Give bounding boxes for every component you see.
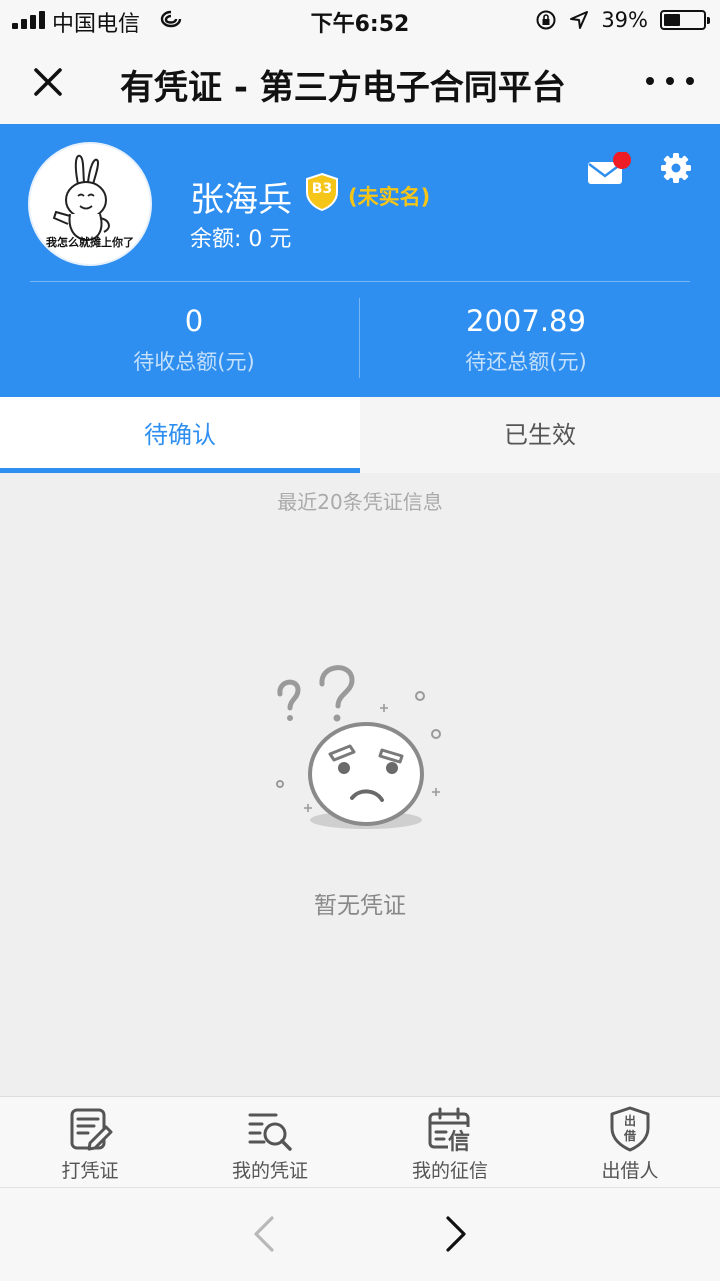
avatar[interactable]: 我怎么就摊上你了: [28, 142, 152, 266]
profile-header: 我怎么就摊上你了 张海兵 B3 (未实名) 余额: 0 元 0 待收总额(元) …: [0, 124, 720, 397]
status-bar: 中国电信 下午6:52 39%: [0, 0, 720, 40]
lender-icon-text-top: 出: [623, 1114, 636, 1128]
stat-payable[interactable]: 2007.89 待还总额(元): [346, 304, 706, 376]
messages-button[interactable]: [586, 152, 631, 184]
location-arrow-icon: [570, 11, 589, 29]
stat-label: 待收总额(元): [133, 350, 255, 374]
bottom-tab-label: 我的征信: [411, 1160, 488, 1182]
level-badge-text: B3: [311, 181, 333, 197]
voucher-tabs: 待确认 已生效: [0, 397, 720, 473]
close-icon[interactable]: [28, 62, 68, 102]
back-arrow-icon[interactable]: [250, 1214, 280, 1254]
browser-nav-bar: [0, 1187, 720, 1281]
bottom-tab-create-voucher[interactable]: 打凭证: [0, 1097, 180, 1187]
user-name: 张海兵: [190, 180, 292, 220]
stat-value: 2007.89: [466, 304, 586, 338]
empty-state-text: 暂无凭证: [314, 893, 406, 919]
bottom-tab-label: 出借人: [601, 1160, 659, 1182]
verification-status[interactable]: (未实名): [348, 181, 430, 211]
more-icon[interactable]: [646, 66, 694, 96]
battery-icon: [660, 10, 710, 30]
lender-icon-text-bottom: 借: [623, 1129, 636, 1143]
header-divider: [30, 281, 690, 282]
nav-bar: 有凭证 - 第三方电子合同平台: [0, 40, 720, 125]
bottom-tab-my-credit[interactable]: 信 我的征信: [360, 1097, 540, 1187]
bottom-tab-my-vouchers[interactable]: 我的凭证: [180, 1097, 360, 1187]
bottom-tab-label: 打凭证: [61, 1160, 119, 1182]
list-search-icon: [248, 1113, 292, 1151]
stat-value: 0: [184, 304, 204, 338]
page-title: 有凭证 - 第三方电子合同平台: [120, 68, 566, 108]
balance: 余额: 0 元: [190, 227, 292, 252]
tab-pending[interactable]: 待确认: [0, 397, 360, 473]
bottom-tab-bar: 打凭证 我的凭证 信 我的征信 出 借 出借人: [0, 1096, 720, 1187]
settings-gear-icon[interactable]: [658, 150, 694, 186]
level-badge: B3: [304, 172, 340, 212]
write-voucher-icon: [70, 1108, 113, 1151]
stat-label: 待还总额(元): [465, 350, 587, 374]
avatar-caption: 我怎么就摊上你了: [46, 236, 134, 249]
mail-icon: [588, 152, 631, 184]
bottom-tab-label: 我的凭证: [231, 1160, 308, 1182]
bottom-tab-lender[interactable]: 出 借 出借人: [540, 1097, 720, 1187]
credit-icon: 信: [426, 1105, 474, 1155]
lender-shield-icon: 出 借: [606, 1105, 654, 1153]
tab-effective[interactable]: 已生效: [360, 397, 720, 473]
battery-percent: 39%: [601, 8, 648, 32]
orientation-lock-icon: [536, 10, 556, 30]
forward-arrow-icon[interactable]: [440, 1214, 470, 1254]
empty-confused-face-icon: [276, 665, 441, 829]
credit-icon-text: 信: [448, 1130, 471, 1155]
stat-receivable[interactable]: 0 待收总额(元): [14, 304, 374, 376]
list-hint: 最近20条凭证信息: [277, 490, 443, 514]
